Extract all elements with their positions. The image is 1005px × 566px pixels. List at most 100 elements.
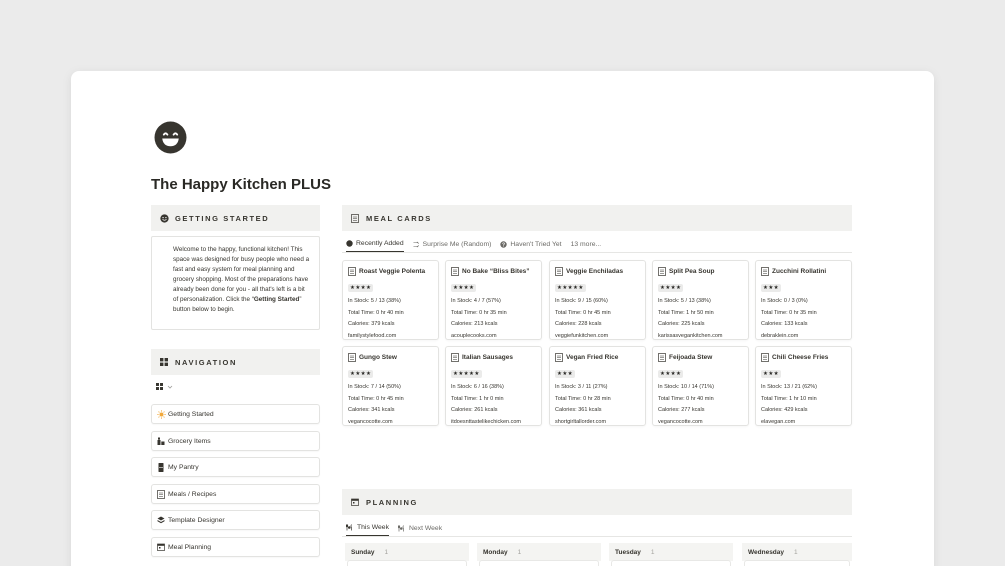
nav-item-label: Meals / Recipes: [168, 490, 217, 498]
nav-item-label: Getting Started: [168, 410, 214, 418]
meal-card-title: Chili Cheese Fries: [772, 353, 829, 361]
meal-card-source: karissasvegankitchen.com: [658, 332, 723, 339]
page-title: The Happy Kitchen PLUS: [151, 176, 332, 193]
meal-card-title-row: Italian Sausages: [451, 352, 536, 362]
meal-card-title-row: Gungo Stew: [348, 352, 433, 362]
tab-recently-added[interactable]: Recently Added: [346, 236, 404, 252]
grinning-face-icon[interactable]: [154, 121, 187, 154]
view-switcher[interactable]: [156, 383, 173, 390]
meal-card[interactable]: Split Pea Soup ★★★★ In Stock: 5 / 13 (38%)…: [652, 260, 749, 340]
tab-surprise-me[interactable]: Surprise Me (Random): [413, 236, 492, 252]
nav-item-meals-recipes[interactable]: Meals / Recipes: [151, 484, 320, 504]
nav-item-label: Meal Planning: [168, 543, 212, 551]
meal-card-stock: In Stock: 7 / 14 (50%): [348, 384, 401, 390]
day-count: 1: [650, 548, 655, 556]
document-icon: [761, 266, 769, 276]
nav-item-template-designer[interactable]: Template Designer: [151, 510, 320, 530]
meal-card-stock: In Stock: 9 / 15 (60%): [555, 298, 608, 304]
meal-card-time: Total Time: 1 hr 10 min: [761, 395, 817, 402]
tab-havent-tried-yet[interactable]: ? Haven't Tried Yet: [500, 236, 562, 252]
meal-card-time: Total Time: 0 hr 40 min: [348, 309, 404, 316]
tab-label: Surprise Me (Random): [422, 240, 492, 248]
rating-stars: ★★★★: [348, 370, 374, 378]
calendar-icon: [156, 542, 166, 552]
pantry-icon: [156, 462, 166, 472]
meal-card[interactable]: Zucchini Rollatini ★★★ In Stock: 0 / 3 (0%…: [755, 260, 852, 340]
meal-card[interactable]: Feijoada Stew ★★★★ In Stock: 10 / 14 (71%)…: [652, 346, 749, 426]
meal-card[interactable]: Vegan Fried Rice ★★★ In Stock: 3 / 11 (27%…: [549, 346, 646, 426]
utensils-icon: [397, 524, 404, 531]
meal-card-title: Feijoada Stew: [669, 353, 713, 361]
nav-item-my-pantry[interactable]: My Pantry: [151, 457, 320, 477]
document-icon: [348, 352, 356, 362]
document-icon: [555, 352, 563, 362]
meal-card-title-row: Chili Cheese Fries: [761, 352, 846, 362]
planned-meal-card[interactable]: [479, 560, 599, 566]
smiley-icon: [159, 213, 169, 223]
nav-item-grocery-items[interactable]: Grocery Items: [151, 431, 320, 451]
document-icon: [555, 266, 563, 276]
meal-card-time: Total Time: 1 hr 0 min: [451, 395, 504, 402]
document-icon: [348, 266, 356, 276]
meal-card[interactable]: Roast Veggie Polenta ★★★★ In Stock: 5 / 13…: [342, 260, 439, 340]
meal-card-title-row: No Bake “Bliss Bites”: [451, 266, 536, 276]
grid-icon: [159, 357, 169, 367]
meal-card-title: Zucchini Rollatini: [772, 267, 827, 275]
document-icon: [761, 352, 769, 362]
shuffle-icon: [413, 241, 419, 247]
tab-label: Recently Added: [356, 240, 404, 247]
document-icon: [451, 352, 459, 362]
meal-card-title: Gungo Stew: [359, 353, 397, 361]
tab-next-week[interactable]: Next Week: [397, 520, 443, 536]
tab-label: Next Week: [408, 524, 443, 532]
meal-card-title: Split Pea Soup: [669, 267, 715, 275]
meal-card-calories: Calories: 228 kcals: [555, 321, 602, 327]
rating-stars: ★★★: [555, 370, 575, 378]
meal-card-stock: In Stock: 5 / 13 (38%): [348, 298, 401, 304]
meal-card-stock: In Stock: 3 / 11 (27%): [555, 384, 608, 390]
sun-icon: [156, 409, 166, 419]
meal-card-stock: In Stock: 10 / 14 (71%): [658, 384, 714, 390]
tabs-divider: [342, 536, 852, 537]
meal-card[interactable]: Italian Sausages ★★★★★ In Stock: 6 / 16 (3…: [445, 346, 542, 426]
meal-card[interactable]: Chili Cheese Fries ★★★ In Stock: 13 / 21 (…: [755, 346, 852, 426]
tab-this-week[interactable]: This Week: [346, 520, 389, 536]
meal-card-stock: In Stock: 4 / 7 (57%): [451, 298, 501, 304]
rating-stars: ★★★★★: [451, 370, 482, 378]
meal-card[interactable]: No Bake “Bliss Bites” ★★★★ In Stock: 4 / 7…: [445, 260, 542, 340]
navigation-heading: NAVIGATION: [175, 357, 237, 367]
tab-label: Haven't Tried Yet: [510, 240, 562, 248]
meal-cards-header: MEAL CARDS: [342, 205, 852, 231]
rating-stars: ★★★★: [348, 284, 374, 292]
nav-item-meal-planning[interactable]: Meal Planning: [151, 537, 320, 557]
meal-card[interactable]: Gungo Stew ★★★★ In Stock: 7 / 14 (50%) Tota…: [342, 346, 439, 426]
meal-card-title-row: Roast Veggie Polenta: [348, 266, 433, 276]
nav-item-label: Grocery Items: [168, 437, 211, 445]
meal-card-title: Veggie Enchiladas: [566, 267, 624, 275]
meal-card-source: veggiefunkitchen.com: [555, 332, 609, 339]
meal-card-calories: Calories: 379 kcals: [348, 321, 395, 327]
meal-card-source: acouplecooks.com: [451, 332, 497, 339]
nav-item-getting-started[interactable]: Getting Started: [151, 404, 320, 424]
planned-meal-card[interactable]: [744, 560, 850, 566]
document-icon: [451, 266, 459, 276]
planning-tabs: This Week Next Week: [346, 520, 451, 536]
planned-meal-card[interactable]: [611, 560, 731, 566]
nav-item-label: My Pantry: [168, 463, 199, 471]
meal-card-stock: In Stock: 6 / 16 (38%): [451, 384, 504, 390]
utensils-icon: [346, 524, 352, 531]
day-column-sunday: Sunday 1: [345, 543, 469, 561]
meal-card-source: elavegan.com: [761, 418, 796, 425]
getting-started-heading: GETTING STARTED: [175, 213, 270, 223]
day-name: Wednesday: [748, 548, 785, 556]
meal-card[interactable]: Veggie Enchiladas ★★★★★ In Stock: 9 / 15 (…: [549, 260, 646, 340]
meal-card-source: debraklein.com: [761, 332, 799, 339]
meal-card-calories: Calories: 361 kcals: [555, 407, 602, 413]
meal-card-calories: Calories: 225 kcals: [658, 321, 705, 327]
welcome-text-bold: Getting Started: [253, 296, 300, 303]
planned-meal-card[interactable]: [347, 560, 467, 566]
document-icon: [658, 266, 666, 276]
document-icon: [350, 213, 360, 223]
tab-more-views[interactable]: 13 more...: [571, 236, 602, 252]
getting-started-header: GETTING STARTED: [151, 205, 320, 231]
